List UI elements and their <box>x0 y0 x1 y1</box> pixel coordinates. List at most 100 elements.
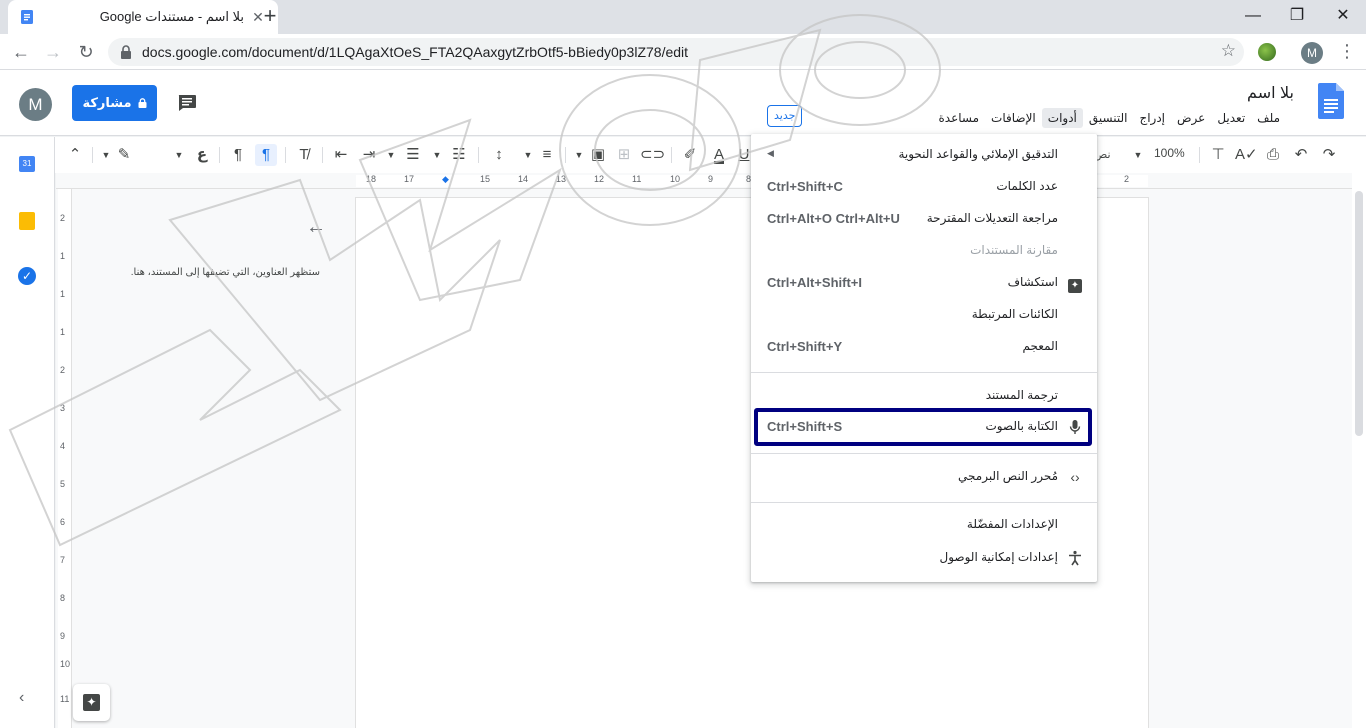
paint-format-icon[interactable]: ⊤ <box>1207 144 1229 166</box>
extension-icon[interactable] <box>1258 43 1276 61</box>
redo-icon[interactable]: ↷ <box>1318 144 1340 166</box>
hide-menus-chevron-icon[interactable]: ⌃ <box>66 144 84 166</box>
line-spacing-icon[interactable]: ↕ <box>487 144 511 166</box>
menu-addons[interactable]: الإضافات <box>985 108 1042 128</box>
comments-icon[interactable] <box>177 94 197 112</box>
text-color-icon[interactable]: A <box>708 144 730 166</box>
indent-marker-icon[interactable]: ◆ <box>442 174 449 185</box>
insert-link-icon[interactable]: ⊂⊃ <box>640 144 665 166</box>
vertical-ruler[interactable]: 2 1 1 1 2 3 4 5 6 7 8 9 10 11 <box>58 189 72 728</box>
document-title[interactable]: بلا اسم <box>1247 83 1294 103</box>
tab-strip: بلا اسم - مستندات Google ✕ + — ❐ ✕ <box>0 0 1366 34</box>
outline-close-arrow-icon[interactable]: ← <box>306 216 326 239</box>
profile-avatar[interactable]: M <box>1301 42 1323 64</box>
ruler-number: 1 <box>60 251 66 261</box>
input-tools-icon[interactable]: ع <box>192 144 212 166</box>
address-bar[interactable]: docs.google.com/document/d/1LQAgaXtOeS_F… <box>108 38 1244 66</box>
menu-view[interactable]: عرض <box>1171 108 1211 128</box>
undo-icon[interactable]: ↶ <box>1290 144 1312 166</box>
ltr-text-icon[interactable]: ¶ <box>227 144 249 166</box>
menu-tools[interactable]: أدوات <box>1041 108 1083 128</box>
menu-item-label: استكشاف <box>1007 275 1058 289</box>
mode-dropdown-icon[interactable]: ▼ <box>100 144 112 166</box>
menu-item-label: الكائنات المرتبطة <box>971 307 1058 321</box>
underline-icon[interactable]: U <box>736 144 752 166</box>
bulleted-list-dropdown-icon[interactable]: ▼ <box>385 144 397 166</box>
increase-indent-icon[interactable]: ⇥ <box>358 144 380 166</box>
collapse-panel-icon[interactable]: ‹ <box>19 689 24 707</box>
horizontal-ruler[interactable]: 18 17 ◆ 15 14 13 12 11 10 9 8 2 <box>56 173 1352 189</box>
share-button[interactable]: مشاركة <box>72 85 157 121</box>
ruler-number: 2 <box>60 365 66 375</box>
bulleted-list-icon[interactable]: ☰ <box>402 144 424 166</box>
menu-item-script-editor[interactable]: مُحرر النص البرمجي ‹› <box>751 461 1097 493</box>
highlight-color-icon[interactable]: ✐ <box>679 144 701 166</box>
tab-title: بلا اسم - مستندات Google <box>99 9 244 24</box>
ruler-number: 12 <box>594 174 605 184</box>
toolbar-divider <box>1199 147 1200 163</box>
menu-format[interactable]: التنسيق <box>1083 108 1134 128</box>
browser-toolbar: ← → ↻ docs.google.com/document/d/1LQAgaX… <box>0 34 1366 70</box>
menu-item-spelling[interactable]: ◀ التدقيق الإملائي والقواعد النحوية <box>751 139 1097 171</box>
back-icon[interactable]: ← <box>9 40 33 64</box>
ruler-number: 1 <box>60 327 66 337</box>
align-dropdown-icon[interactable]: ▼ <box>522 144 534 166</box>
menu-item-word-count[interactable]: Ctrl+Shift+C عدد الكلمات <box>751 171 1097 203</box>
menu-item-label: التدقيق الإملائي والقواعد النحوية <box>898 147 1058 161</box>
explore-icon: ✦ <box>1067 275 1083 293</box>
lock-icon <box>121 45 131 59</box>
menu-item-compare-docs[interactable]: جديد مقارنة المستندات <box>751 105 1097 267</box>
account-avatar[interactable]: M <box>19 88 52 121</box>
clear-formatting-icon[interactable]: T̸ <box>293 144 315 166</box>
keep-icon[interactable] <box>19 212 35 230</box>
new-tab-button[interactable]: + <box>258 5 282 29</box>
menu-help[interactable]: مساعدة <box>933 108 986 128</box>
docs-logo-icon[interactable] <box>1318 83 1344 119</box>
zoom-level[interactable]: 100% <box>1154 146 1185 160</box>
menu-edit[interactable]: تعديل <box>1211 108 1251 128</box>
forward-icon[interactable]: → <box>41 40 65 64</box>
menu-file[interactable]: ملف <box>1251 108 1286 128</box>
explore-button[interactable]: ✦ <box>73 684 110 721</box>
tasks-icon[interactable]: ✓ <box>18 267 36 285</box>
minimize-button[interactable]: — <box>1238 4 1268 28</box>
add-comment-icon[interactable]: ⊞ <box>614 144 634 166</box>
menu-item-explore[interactable]: Ctrl+Alt+Shift+I استكشاف ✦ <box>751 267 1097 299</box>
align-icon[interactable]: ≡ <box>536 144 558 166</box>
browser-tab[interactable]: بلا اسم - مستندات Google ✕ <box>8 0 278 34</box>
calendar-icon[interactable]: 31 <box>19 156 35 172</box>
input-tools-dropdown-icon[interactable]: ▼ <box>173 144 185 166</box>
menu-item-review-edits[interactable]: Ctrl+Alt+O Ctrl+Alt+U مراجعة التعديلات ا… <box>751 203 1097 235</box>
print-icon[interactable]: ⎙ <box>1262 144 1284 166</box>
close-window-button[interactable]: ✕ <box>1328 4 1358 28</box>
decrease-indent-icon[interactable]: ⇤ <box>330 144 352 166</box>
menu-item-accessibility[interactable]: إعدادات إمكانية الوصول <box>751 542 1097 574</box>
image-dropdown-icon[interactable]: ▼ <box>573 144 585 166</box>
accessibility-icon <box>1069 550 1081 566</box>
menu-item-preferences[interactable]: الإعدادات المفضّلة <box>751 509 1097 541</box>
menu-item-label: مُحرر النص البرمجي <box>958 469 1058 483</box>
browser-menu-icon[interactable]: ⋮ <box>1338 41 1356 62</box>
bookmark-star-icon[interactable]: ☆ <box>1221 41 1236 61</box>
spellcheck-icon[interactable]: A✓ <box>1235 144 1258 166</box>
menu-insert[interactable]: إدراج <box>1133 108 1171 128</box>
ruler-number: 11 <box>632 174 642 184</box>
insert-image-icon[interactable]: ▣ <box>587 144 609 166</box>
editing-pencil-icon[interactable]: ✎ <box>114 144 134 166</box>
scrollbar-thumb[interactable] <box>1355 191 1363 436</box>
scrollbar[interactable] <box>1352 173 1366 728</box>
menu-item-linked-objects[interactable]: الكائنات المرتبطة <box>751 299 1097 331</box>
menu-item-label: الإعدادات المفضّلة <box>966 517 1058 531</box>
url-text[interactable]: docs.google.com/document/d/1LQAgaXtOeS_F… <box>142 44 688 60</box>
menu-item-label: مراجعة التعديلات المقترحة <box>926 211 1058 225</box>
ruler-number: 2 <box>1124 174 1130 184</box>
numbered-list-dropdown-icon[interactable]: ▼ <box>431 144 443 166</box>
rtl-text-icon[interactable]: ¶ <box>255 144 277 166</box>
menu-divider <box>751 372 1097 373</box>
reload-icon[interactable]: ↻ <box>74 40 98 64</box>
formatting-toolbar: ⌃ ▼ ✎ ▼ ع ¶ ¶ T̸ ⇤ ⇥ ▼ ☰ ▼ ☷ ↕ ▼ ≡ ▼ ▣ ⊞… <box>0 137 1366 173</box>
restore-button[interactable]: ❐ <box>1282 4 1312 28</box>
menu-item-dictionary[interactable]: Ctrl+Shift+Y المعجم <box>751 331 1097 363</box>
numbered-list-icon[interactable]: ☷ <box>448 144 470 166</box>
zoom-dropdown-icon[interactable]: ▼ <box>1132 144 1144 166</box>
